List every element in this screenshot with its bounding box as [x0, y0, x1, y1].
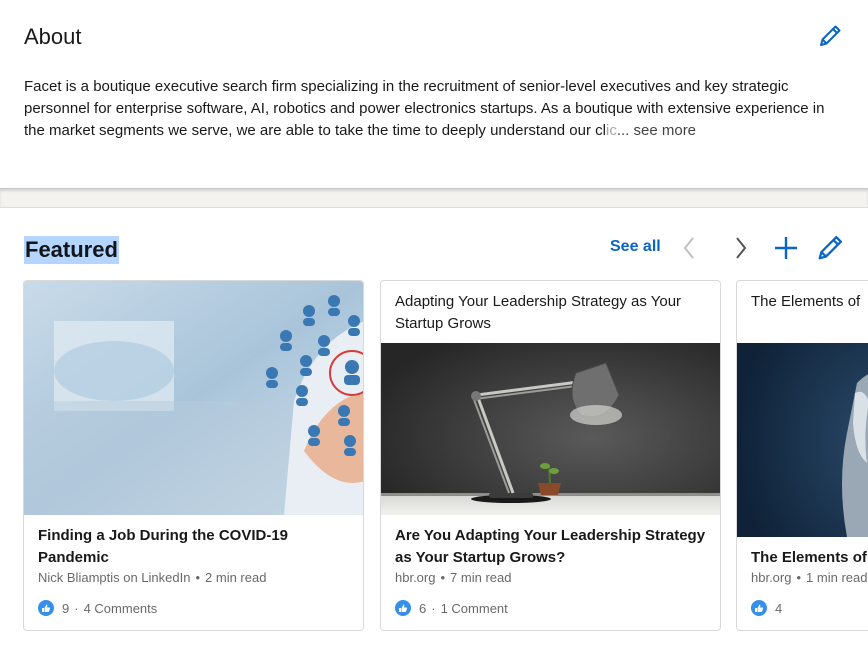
featured-title: Featured — [24, 236, 119, 264]
card-social-counts: 6 · 1 Comment — [395, 600, 508, 616]
like-count[interactable]: 4 — [775, 601, 782, 616]
featured-edit-button[interactable] — [814, 232, 846, 264]
comment-count[interactable]: 1 Comment — [441, 601, 508, 616]
card-image — [381, 343, 720, 515]
section-divider — [0, 188, 868, 208]
card-source: hbr.org — [751, 570, 792, 585]
plus-icon — [775, 237, 797, 259]
card-image — [737, 343, 868, 537]
about-title: About — [24, 24, 82, 49]
featured-section: Featured See all Finding a Job During th… — [0, 208, 868, 657]
about-section: About Facet is a boutique executive sear… — [0, 0, 868, 190]
add-featured-button[interactable] — [770, 232, 802, 264]
card-meta: hbr.org • 7 min read — [395, 569, 706, 587]
desk-lamp-image — [381, 343, 720, 515]
card-title: Are You Adapting Your Leadership Strateg… — [395, 527, 706, 566]
portrait-image — [737, 343, 868, 537]
meta-separator: • — [440, 570, 446, 585]
card-header: The Elements of — [751, 293, 861, 310]
card-body: The Elements of hbr.org • 1 min read — [737, 537, 868, 587]
social-separator: · — [74, 600, 79, 616]
see-more-link[interactable]: ... see more — [617, 122, 696, 139]
card-meta: hbr.org • 1 min read — [751, 569, 868, 587]
about-text-main: Facet is a boutique executive search fir… — [24, 78, 825, 139]
card-read-time: 1 min read — [806, 570, 868, 585]
meta-separator: • — [195, 570, 201, 585]
card-source: Nick Bliamptis on LinkedIn — [38, 570, 191, 585]
card-title: Finding a Job During the COVID-19 Pandem… — [38, 527, 289, 566]
pencil-icon — [820, 25, 841, 46]
about-text: Facet is a boutique executive search fir… — [24, 76, 844, 142]
card-social-counts: 9 · 4 Comments — [38, 600, 157, 616]
card-social-counts: 4 — [751, 600, 782, 616]
featured-card[interactable]: The Elements of The Elements of hbr.org •… — [736, 280, 868, 631]
about-edit-button[interactable] — [816, 22, 844, 50]
comment-count[interactable]: 4 Comments — [84, 601, 158, 616]
featured-card[interactable]: Finding a Job During the COVID-19 Pandem… — [23, 280, 364, 631]
carousel-next-button[interactable] — [726, 232, 758, 264]
card-title: The Elements of — [751, 549, 867, 566]
carousel-prev-button[interactable] — [674, 232, 706, 264]
card-body: Are You Adapting Your Leadership Strateg… — [381, 515, 720, 587]
about-text-fade: ic — [605, 122, 617, 139]
like-count[interactable]: 9 — [62, 601, 69, 616]
featured-card[interactable]: Adapting Your Leadership Strategy as You… — [380, 280, 721, 631]
card-image — [24, 281, 363, 515]
network-people-image — [24, 281, 363, 515]
like-icon — [751, 600, 767, 616]
pencil-icon — [818, 236, 842, 260]
card-header: Adapting Your Leadership Strategy as You… — [395, 293, 682, 332]
card-read-time: 7 min read — [450, 570, 512, 585]
chevron-left-icon — [683, 237, 694, 259]
meta-separator: • — [796, 570, 802, 585]
chevron-right-icon — [736, 237, 747, 259]
social-separator: · — [431, 600, 436, 616]
card-body: Finding a Job During the COVID-19 Pandem… — [24, 515, 363, 587]
like-icon — [395, 600, 411, 616]
like-count[interactable]: 6 — [419, 601, 426, 616]
card-read-time: 2 min read — [205, 570, 267, 585]
like-icon — [38, 600, 54, 616]
see-all-link[interactable]: See all — [610, 238, 661, 256]
card-source: hbr.org — [395, 570, 436, 585]
card-meta: Nick Bliamptis on LinkedIn • 2 min read — [38, 569, 349, 587]
